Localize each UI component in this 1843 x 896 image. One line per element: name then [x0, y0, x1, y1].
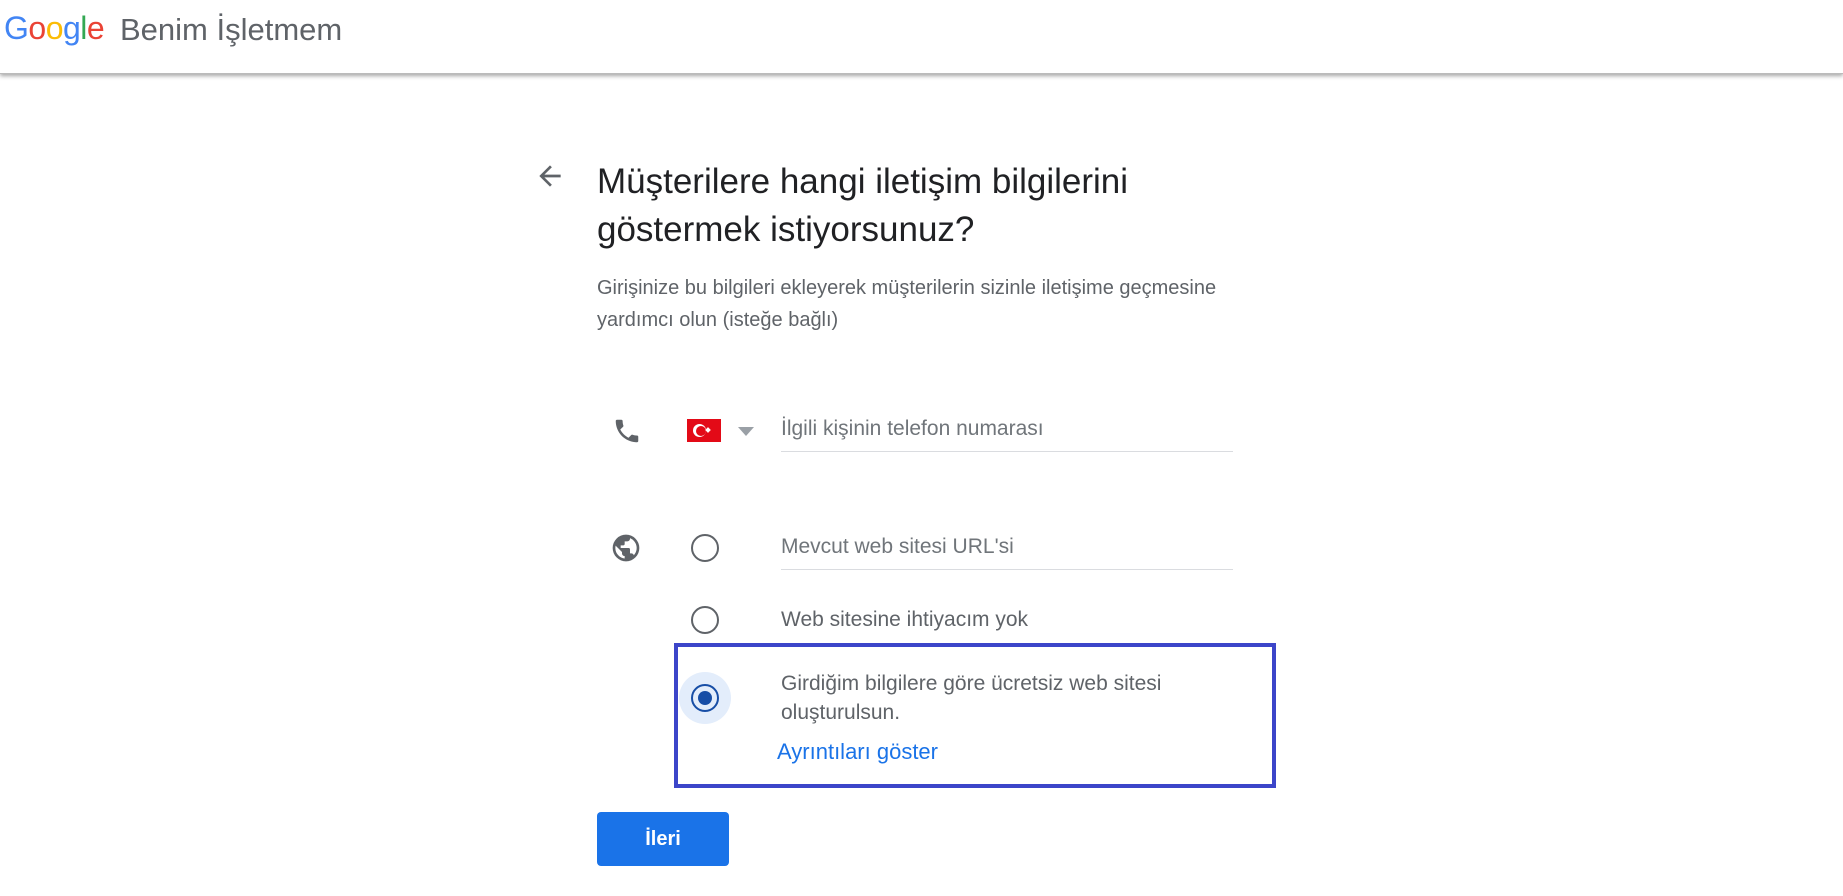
country-dropdown-icon[interactable] — [738, 427, 754, 436]
radio-no-website[interactable] — [691, 606, 719, 634]
app-header: Google Benim İşletmem — [0, 0, 1843, 74]
google-logo: Google — [4, 10, 105, 46]
show-details-link[interactable]: Ayrıntıları göster — [777, 739, 938, 765]
phone-icon — [615, 419, 639, 443]
product-name: Benim İşletmem — [120, 12, 343, 47]
page-title: Müşterilere hangi iletişim bilgilerini g… — [597, 162, 1129, 249]
turkey-flag-icon[interactable] — [687, 419, 721, 442]
free-website-label[interactable]: Girdiğim bilgilere göre ücretsiz web sit… — [781, 669, 1261, 727]
website-url-input[interactable]: Mevcut web sitesi URL'si — [781, 535, 1233, 570]
no-website-label[interactable]: Web sitesine ihtiyacım yok — [781, 605, 1028, 634]
back-arrow-icon[interactable] — [534, 160, 566, 192]
globe-icon — [612, 534, 640, 562]
radio-free-website[interactable] — [691, 684, 719, 712]
radio-existing-url[interactable] — [691, 534, 719, 562]
page-subtitle: Girişinize bu bilgileri ekleyerek müşter… — [597, 277, 1217, 331]
next-button[interactable]: İleri — [597, 812, 729, 866]
phone-input[interactable]: İlgili kişinin telefon numarası — [781, 417, 1233, 452]
